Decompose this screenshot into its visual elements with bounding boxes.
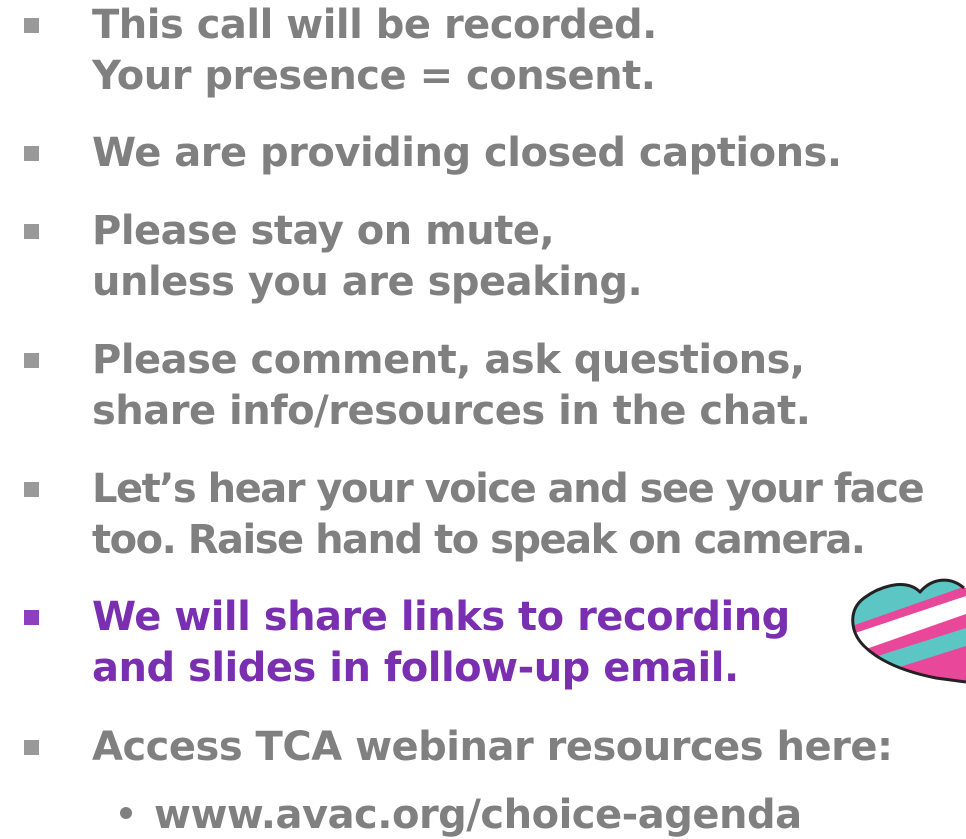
square-bullet-icon	[24, 740, 39, 755]
bullet-line: Access TCA webinar resources here:	[92, 724, 893, 770]
bullet-text: Let’s hear your voice and see your face …	[92, 464, 925, 566]
sub-bullet-link[interactable]: www.avac.org/choice-agenda	[120, 790, 802, 839]
square-bullet-icon	[24, 18, 39, 33]
square-bullet-icon	[24, 610, 39, 625]
bullet-line: Your presence = consent.	[92, 53, 656, 99]
bullet-text: Please comment, ask questions, share inf…	[92, 335, 811, 437]
bullet-line: We will share links to recording	[92, 594, 790, 640]
bullet-line: share info/resources in the chat.	[92, 388, 811, 434]
bullet-line: and slides in follow-up email.	[92, 645, 739, 691]
bullet-line: Please stay on mute,	[92, 208, 555, 254]
bullet-line: too. Raise hand to speak on camera.	[92, 517, 866, 563]
bullet-text: Access TCA webinar resources here:	[92, 722, 893, 773]
bullet-line: This call will be recorded.	[92, 2, 657, 48]
bullet-line: unless you are speaking.	[92, 259, 643, 305]
bullet-line: We are providing closed captions.	[92, 130, 842, 176]
bullet-line: Please comment, ask questions,	[92, 337, 805, 383]
square-bullet-icon	[24, 146, 39, 161]
heart-sticker-icon	[851, 578, 966, 684]
bullet-line: Let’s hear your voice and see your face	[92, 466, 925, 512]
sub-bullet-text[interactable]: www.avac.org/choice-agenda	[154, 792, 802, 838]
square-bullet-icon	[24, 224, 39, 239]
bullet-text: We are providing closed captions.	[92, 128, 842, 179]
round-bullet-icon	[120, 807, 132, 819]
bullet-text: We will share links to recording and sli…	[92, 592, 790, 694]
bullet-text: Please stay on mute, unless you are spea…	[92, 206, 643, 308]
slide: This call will be recorded. Your presenc…	[0, 0, 966, 839]
square-bullet-icon	[24, 482, 39, 497]
square-bullet-icon	[24, 353, 39, 368]
bullet-text: This call will be recorded. Your presenc…	[92, 0, 657, 102]
